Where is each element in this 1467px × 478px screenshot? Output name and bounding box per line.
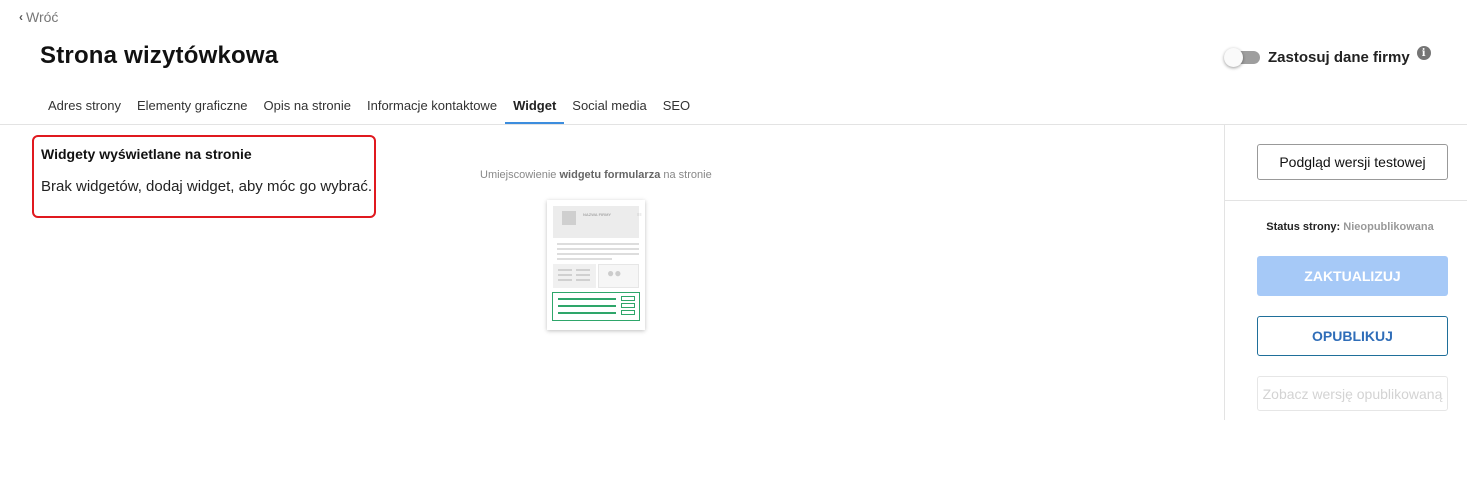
preview-text-line <box>557 248 639 250</box>
caption-bold: widgetu formularza <box>559 169 661 181</box>
view-published-button[interactable]: Zobacz wersję opublikowaną <box>1257 376 1448 411</box>
preview-mini-line <box>576 269 590 271</box>
widget-placement-illustration: NAZWA FIRMY ≡≡ ●● <box>547 200 645 330</box>
caption-prefix: Umiejscowienie <box>480 169 560 181</box>
switch-knob <box>1224 48 1243 67</box>
tab-opis-na-stronie[interactable]: Opis na stronie <box>256 88 359 124</box>
preview-form-field <box>621 303 635 308</box>
widgets-section-title: Widgety wyświetlane na stronie <box>41 146 252 162</box>
caption-suffix: na stronie <box>660 169 712 181</box>
preview-mini-line <box>558 269 572 271</box>
preview-mini-line <box>576 274 590 276</box>
preview-mini-line <box>558 274 572 276</box>
preview-text-line <box>557 258 612 260</box>
tab-seo[interactable]: SEO <box>655 88 698 124</box>
tab-social-media[interactable]: Social media <box>564 88 654 124</box>
back-link-label: Wróć <box>26 9 59 25</box>
preview-form-field <box>621 296 635 301</box>
apply-company-data-toggle-group: Zastosuj dane firmy i <box>1224 46 1431 67</box>
publish-button[interactable]: OPUBLIKUJ <box>1257 316 1448 356</box>
page-status-label: Status strony: <box>1266 221 1344 233</box>
info-icon[interactable]: i <box>1416 46 1431 60</box>
tab-informacje-kontaktowe[interactable]: Informacje kontaktowe <box>359 88 505 124</box>
tab-adres-strony[interactable]: Adres strony <box>40 88 129 124</box>
widgets-section: Widgety wyświetlane na stronie Brak widg… <box>32 135 376 218</box>
page-status: Status strony: Nieopublikowana <box>1225 221 1467 233</box>
people-icon: ●● <box>607 266 622 280</box>
preview-form-line <box>558 312 616 314</box>
sidebar-divider <box>1225 200 1467 201</box>
settings-tabs: Adres strony Elementy graficzne Opis na … <box>40 88 698 124</box>
update-button[interactable]: ZAKTUALIZUJ <box>1257 256 1448 296</box>
preview-logo <box>562 211 576 225</box>
preview-form-line <box>558 305 616 307</box>
page-title: Strona wizytówkowa <box>40 42 279 69</box>
apply-company-data-label: Zastosuj dane firmy <box>1268 48 1410 66</box>
preview-company-name: NAZWA FIRMY <box>583 212 612 217</box>
preview-form-field <box>621 310 635 315</box>
preview-text-line <box>557 243 639 245</box>
tab-widget[interactable]: Widget <box>505 88 565 124</box>
widget-placement-caption: Umiejscowienie widgetu formularza na str… <box>480 169 712 181</box>
preview-form-widget <box>552 292 640 321</box>
widgets-empty-message: Brak widgetów, dodaj widget, aby móc go … <box>41 178 373 195</box>
preview-mini-line <box>558 279 572 281</box>
apply-company-data-switch[interactable] <box>1224 47 1260 67</box>
preview-text-line <box>557 253 639 255</box>
page-status-value: Nieopublikowana <box>1343 221 1434 233</box>
preview-image-block: ●● <box>598 264 639 288</box>
preview-mini-line <box>576 279 590 281</box>
test-preview-button[interactable]: Podgląd wersji testowej <box>1257 144 1448 180</box>
back-link[interactable]: ‹ Wróć <box>19 9 58 25</box>
chevron-left-icon: ‹ <box>19 10 23 24</box>
preview-header: NAZWA FIRMY ≡≡ <box>553 206 642 238</box>
preview-contact-block <box>553 264 596 288</box>
tab-elementy-graficzne[interactable]: Elementy graficzne <box>129 88 256 124</box>
preview-form-line <box>558 298 616 300</box>
preview-menu-icon: ≡≡ <box>637 212 642 217</box>
